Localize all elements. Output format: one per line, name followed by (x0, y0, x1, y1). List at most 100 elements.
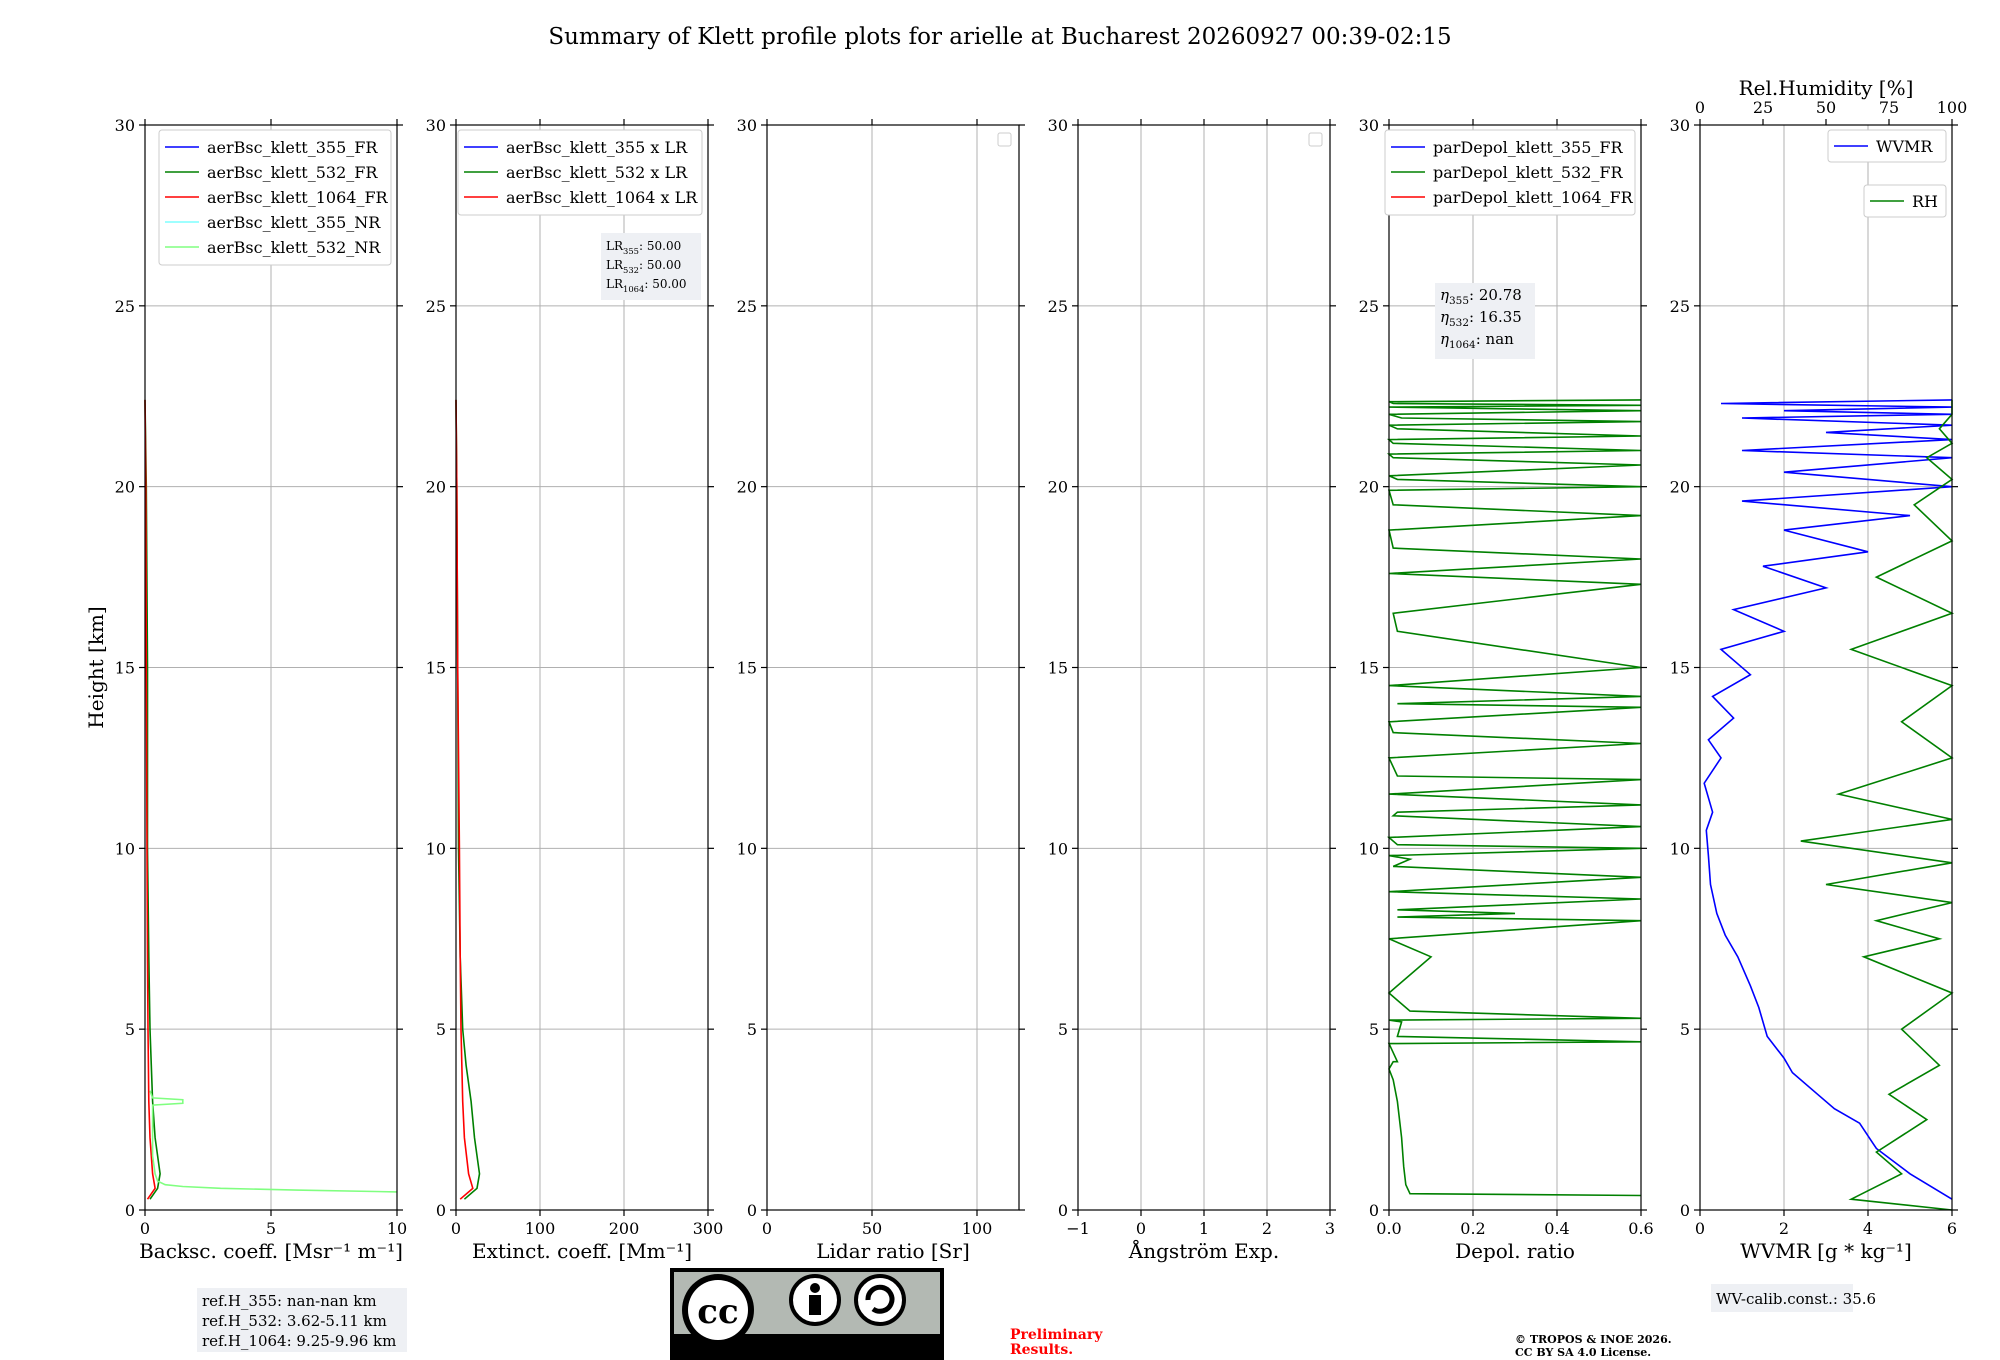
legend-label: aerBsc_klett_532_NR (207, 238, 381, 257)
legend-label: aerBsc_klett_1064_FR (207, 188, 389, 207)
legend-label: WVMR (1876, 137, 1933, 156)
legend-label: parDepol_klett_532_FR (1433, 163, 1624, 182)
panels-group: 0510152025300 5 10Backsc. coeff. [Msr⁻¹ m⁻… (84, 76, 1967, 1263)
x-tick-label: 0 (140, 1219, 150, 1238)
x-tick-label: 0 (1695, 1219, 1705, 1238)
top-axis-label: Rel.Humidity [%] (1739, 76, 1914, 100)
y-tick-label: 25 (737, 297, 757, 316)
y-tick-label: 0 (1058, 1201, 1068, 1220)
preliminary-label-2: Results. (1010, 1342, 1073, 1358)
x-tick-label: 2 (1262, 1219, 1272, 1238)
series-line-parDepol_klett_532_FR (1386, 399, 1642, 1197)
x-tick-label: 4 (1863, 1219, 1873, 1238)
top-x-tick-label: 0 (1695, 98, 1705, 117)
y-tick-label: 25 (115, 297, 135, 316)
y-tick-label: 15 (1670, 659, 1690, 678)
cc-badge-by: BY (801, 1338, 830, 1359)
y-tick-label: 5 (436, 1020, 446, 1039)
x-tick-label: 5 (266, 1219, 276, 1238)
top-x-tick-label: 100 (1937, 98, 1968, 117)
x-tick-label: 0 (451, 1219, 461, 1238)
x-axis-label: Depol. ratio (1455, 1239, 1575, 1263)
panel-angstrom: 051015202530−1 0 1 2 3Ångström Exp. (1048, 116, 1336, 1263)
legend-label: RH (1912, 192, 1938, 211)
y-tick-label: 10 (426, 839, 446, 858)
y-tick-label: 5 (1369, 1020, 1379, 1039)
preliminary-label-1: Preliminary (1010, 1327, 1103, 1343)
x-tick-label: 0 (762, 1219, 772, 1238)
y-tick-label: 15 (1359, 659, 1379, 678)
x-tick-label: 2 (1779, 1219, 1789, 1238)
y-tick-label: 0 (125, 1201, 135, 1220)
y-tick-label: 25 (1359, 297, 1379, 316)
y-tick-label: 5 (747, 1020, 757, 1039)
cc-logo-text: cc (697, 1292, 738, 1332)
sa-share-alike-icon (854, 1274, 906, 1326)
y-tick-label: 30 (426, 116, 446, 135)
y-tick-label: 5 (1058, 1020, 1068, 1039)
wv-calib-box: WV-calib.const.: 35.6 (1711, 1284, 1876, 1312)
y-tick-label: 20 (1670, 478, 1690, 497)
y-tick-label: 5 (1680, 1020, 1690, 1039)
y-tick-label: 30 (1359, 116, 1379, 135)
top-x-tick-label: 75 (1879, 98, 1899, 117)
ref-height-line-2: ref.H_532: 3.62-5.11 km (202, 1312, 387, 1330)
x-axis-label: Extinct. coeff. [Mm⁻¹] (472, 1239, 692, 1263)
y-tick-label: 0 (1680, 1201, 1690, 1220)
x-tick-label: 10 (387, 1219, 407, 1238)
legend-label: aerBsc_klett_532_FR (207, 163, 378, 182)
y-tick-label: 30 (1670, 116, 1690, 135)
figure-canvas: Summary of Klett profile plots for ariel… (84, 24, 1967, 1360)
x-tick-label: 50 (862, 1219, 882, 1238)
ref-height-line-3: ref.H_1064: 9.25-9.96 km (202, 1332, 396, 1350)
panel-lidar_ratio: 0 5 10 15 20 25 30 0 50 100Lidar ratio [Sr] (737, 116, 1025, 1263)
cc-badge-sa: SA (867, 1338, 895, 1359)
series-line-aerBsc_klett_1064_FR (144, 399, 156, 1200)
copyright-line-2: CC BY SA 4.0 License. (1515, 1346, 1651, 1359)
panel-depol: 0 5 10 15 20 25 30 0.0 0.2 0.4 0.6 Depol. ratio parD… (1359, 116, 1654, 1263)
x-tick-label: 0.6 (1628, 1219, 1653, 1238)
empty-legend-box (997, 132, 1012, 147)
y-tick-label: 30 (1048, 116, 1068, 135)
y-tick-label: 20 (737, 478, 757, 497)
y-tick-label: 20 (1359, 478, 1379, 497)
y-tick-label: 15 (426, 659, 446, 678)
legend-label: aerBsc_klett_355_NR (207, 213, 381, 232)
legend-label: parDepol_klett_355_FR (1433, 138, 1624, 157)
x-tick-label: −1 (1066, 1219, 1090, 1238)
panel-extinction: 0510152025300 100 200 300Extinct. coeff. [M… (426, 116, 724, 1263)
y-tick-label: 15 (115, 659, 135, 678)
x-tick-label: 100 (525, 1219, 556, 1238)
y-tick-label: 5 (125, 1020, 135, 1039)
y-tick-label: 0 (747, 1201, 757, 1220)
empty-legend-box (1308, 132, 1323, 147)
y-tick-label: 15 (737, 659, 757, 678)
y-tick-label: 30 (737, 116, 757, 135)
y-tick-label: 15 (1048, 659, 1068, 678)
y-tick-label: 30 (115, 116, 135, 135)
y-tick-label: 20 (115, 478, 135, 497)
y-tick-label: 10 (737, 839, 757, 858)
figure-title: Summary of Klett profile plots for ariel… (548, 24, 1451, 50)
panel-backscatter: 0510152025300 5 10Backsc. coeff. [Msr⁻¹ m⁻… (84, 116, 407, 1263)
y-tick-label: 25 (1670, 297, 1690, 316)
series-line-aerBsc_klett_1064 x LR (455, 399, 474, 1200)
copyright-line-1: © TROPOS & INOE 2026. (1515, 1333, 1672, 1346)
y-tick-label: 0 (436, 1201, 446, 1220)
x-tick-label: 100 (962, 1219, 993, 1238)
x-axis-label: WVMR [g * kg⁻¹] (1740, 1239, 1912, 1263)
y-tick-label: 10 (115, 839, 135, 858)
x-tick-label: 1 (1199, 1219, 1209, 1238)
x-tick-label: 0.2 (1460, 1219, 1485, 1238)
x-axis-label: Backsc. coeff. [Msr⁻¹ m⁻¹] (139, 1239, 403, 1263)
x-axis-label: Ångström Exp. (1128, 1238, 1279, 1263)
y-tick-label: 25 (426, 297, 446, 316)
wv-calib-text: WV-calib.const.: 35.6 (1716, 1290, 1876, 1308)
legend-label: aerBsc_klett_532 x LR (506, 163, 688, 182)
y-tick-label: 25 (1048, 297, 1068, 316)
cc-license-badge: cc BY SA (670, 1268, 944, 1360)
ref-height-box: ref.H_355: nan-nan km ref.H_532: 3.62-5.… (197, 1288, 407, 1352)
y-tick-label: 10 (1670, 839, 1690, 858)
x-tick-label: 6 (1947, 1219, 1957, 1238)
y-tick-label: 20 (426, 478, 446, 497)
